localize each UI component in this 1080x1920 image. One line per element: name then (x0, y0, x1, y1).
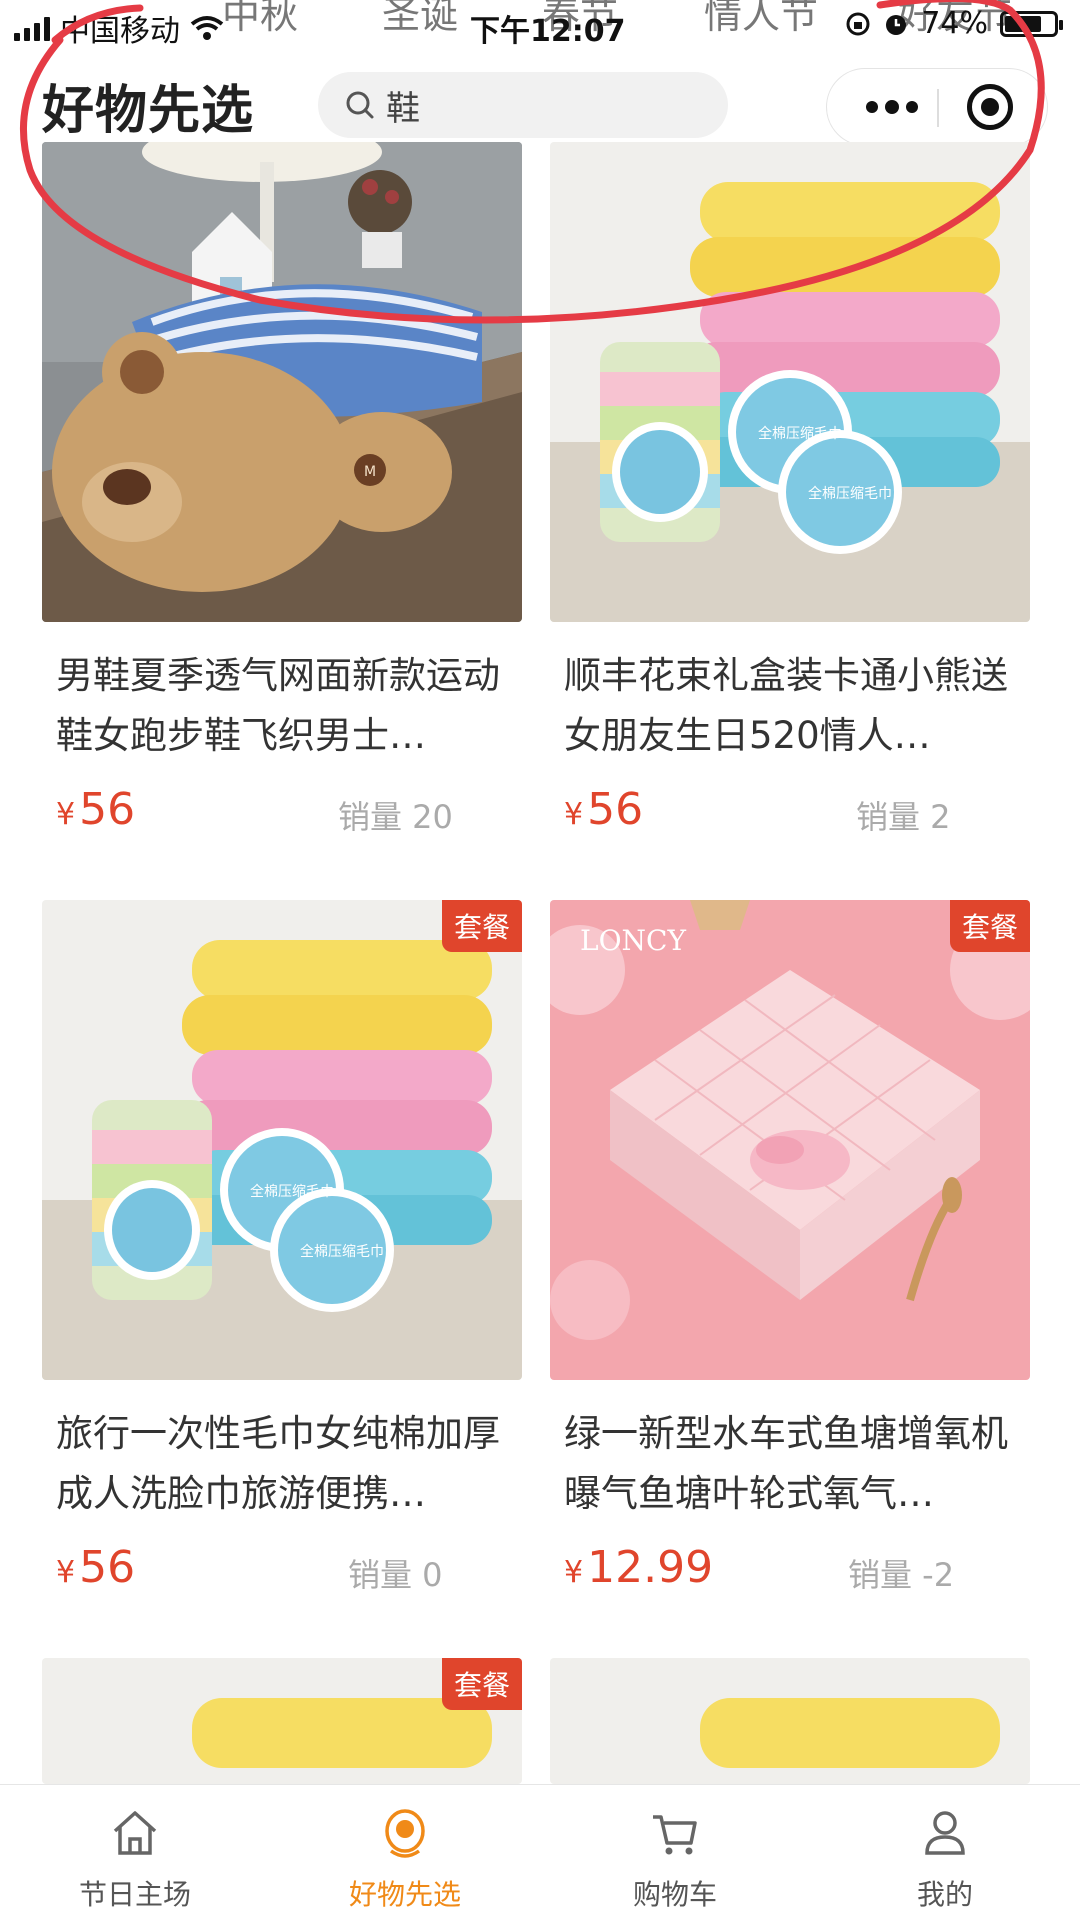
package-badge: 套餐 (949, 900, 1030, 952)
product-card[interactable] (550, 1658, 1030, 1784)
cart-icon (653, 1815, 697, 1855)
tab-label: 购物车 (632, 1878, 717, 1911)
product-image[interactable]: LONCY 套餐 (550, 900, 1030, 1380)
status-time: 下午12:07 (470, 14, 626, 49)
rotation-lock-icon (846, 12, 870, 35)
battery-percent: 74% (921, 6, 988, 41)
product-card[interactable]: 全棉压缩毛巾 全棉压缩毛巾 顺丰花束礼盒装卡通小熊送女朋友生日520情人… ¥5… (550, 142, 1030, 836)
product-name[interactable]: 绿一新型水车式鱼塘增氧机曝气鱼塘叶轮式氧气… (564, 1404, 1020, 1524)
app-page: 中秋 圣诞 春节 情人节 好友节 中国移动 下午12:07 74% 好物先选 鞋… (0, 0, 1080, 1920)
product-image[interactable]: 套餐 (42, 1658, 522, 1784)
carrier-name: 中国移动 (60, 14, 180, 49)
product-card[interactable]: M 男鞋夏季透气网面新款运动鞋女跑步鞋飞织男士… ¥56 销量 20 (42, 142, 522, 836)
product-sales: 销量 20 (338, 798, 453, 836)
product-image[interactable]: M (42, 142, 522, 622)
page-title: 好物先选 (42, 81, 255, 141)
teddy-bear-pillow-image: M (42, 142, 522, 622)
search-bar[interactable]: 鞋 (318, 72, 728, 138)
product-price: ¥56 (564, 784, 644, 835)
home-icon (113, 1811, 157, 1855)
towels-image (550, 1658, 1030, 1784)
user-icon (925, 1811, 965, 1855)
towel-tin-label: 全棉压缩毛巾 (250, 1183, 334, 1200)
product-image[interactable]: 全棉压缩毛巾 全棉压缩毛巾 套餐 (42, 900, 522, 1380)
product-price: ¥12.99 (564, 1542, 714, 1593)
product-card[interactable]: LONCY 套餐 绿一新型水车式鱼塘增氧机曝气鱼塘叶轮式氧气… ¥12.99 销… (550, 900, 1030, 1594)
close-mini-program-icon[interactable] (967, 84, 1013, 130)
product-card[interactable]: 全棉压缩毛巾 全棉压缩毛巾 套餐 旅行一次性毛巾女纯棉加厚成人洗脸巾旅游便携… … (42, 900, 522, 1594)
battery-icon (1000, 10, 1063, 37)
gift-box-image: LONCY (550, 900, 1030, 1380)
product-image[interactable] (550, 1658, 1030, 1784)
towel-tin-label: 全棉压缩毛巾 (758, 425, 842, 442)
product-name[interactable]: 旅行一次性毛巾女纯棉加厚成人洗脸巾旅游便携… (56, 1404, 512, 1524)
product-name[interactable]: 顺丰花束礼盒装卡通小熊送女朋友生日520情人… (564, 646, 1020, 766)
tab-label: 节日主场 (78, 1878, 191, 1911)
towel-tin-label: 全棉压缩毛巾 (300, 1243, 384, 1260)
towels-image: 全棉压缩毛巾 全棉压缩毛巾 (550, 142, 1030, 622)
product-card[interactable]: 套餐 (42, 1658, 522, 1784)
bottom-tab-bar: 节日主场 好物先选 购物车 我的 (0, 1784, 1080, 1920)
carrier: 中国移动 (14, 6, 224, 50)
product-name[interactable]: 男鞋夏季透气网面新款运动鞋女跑步鞋飞织男士… (56, 646, 512, 766)
mascot-icon (385, 1809, 425, 1858)
package-badge: 套餐 (441, 1658, 522, 1710)
tab-label: 好物先选 (348, 1878, 461, 1911)
tab-label: 我的 (916, 1878, 973, 1911)
towel-tin-label: 全棉压缩毛巾 (808, 485, 892, 502)
product-sales: 销量 2 (856, 798, 951, 836)
brand-logo: LONCY (580, 924, 686, 957)
product-price: ¥56 (56, 1542, 136, 1593)
battery-fill (1005, 15, 1041, 32)
wifi-icon (190, 16, 224, 40)
package-badge: 套餐 (441, 900, 522, 952)
tab-cart[interactable]: 购物车 (540, 1785, 810, 1920)
status-right: 74% (845, 6, 1063, 41)
header: 好物先选 鞋 (0, 62, 1080, 146)
towels-image: 全棉压缩毛巾 全棉压缩毛巾 (42, 900, 522, 1380)
product-sales: 销量 0 (348, 1556, 443, 1594)
alarm-icon (886, 14, 907, 35)
more-icon[interactable] (857, 69, 927, 145)
tab-me[interactable]: 我的 (810, 1785, 1080, 1920)
tab-good-picks[interactable]: 好物先选 (270, 1785, 540, 1920)
status-bar: 中国移动 下午12:07 74% (0, 0, 1080, 50)
product-sales: 销量 -2 (848, 1556, 955, 1594)
svg-text:M: M (364, 464, 376, 480)
mini-program-capsule (826, 68, 1048, 146)
search-input[interactable]: 鞋 (386, 81, 420, 130)
capsule-divider (937, 89, 939, 127)
tab-festival-home[interactable]: 节日主场 (0, 1785, 270, 1920)
product-image[interactable]: 全棉压缩毛巾 全棉压缩毛巾 (550, 142, 1030, 622)
search-icon (346, 91, 374, 119)
signal-icon (14, 15, 50, 41)
product-price: ¥56 (56, 784, 136, 835)
